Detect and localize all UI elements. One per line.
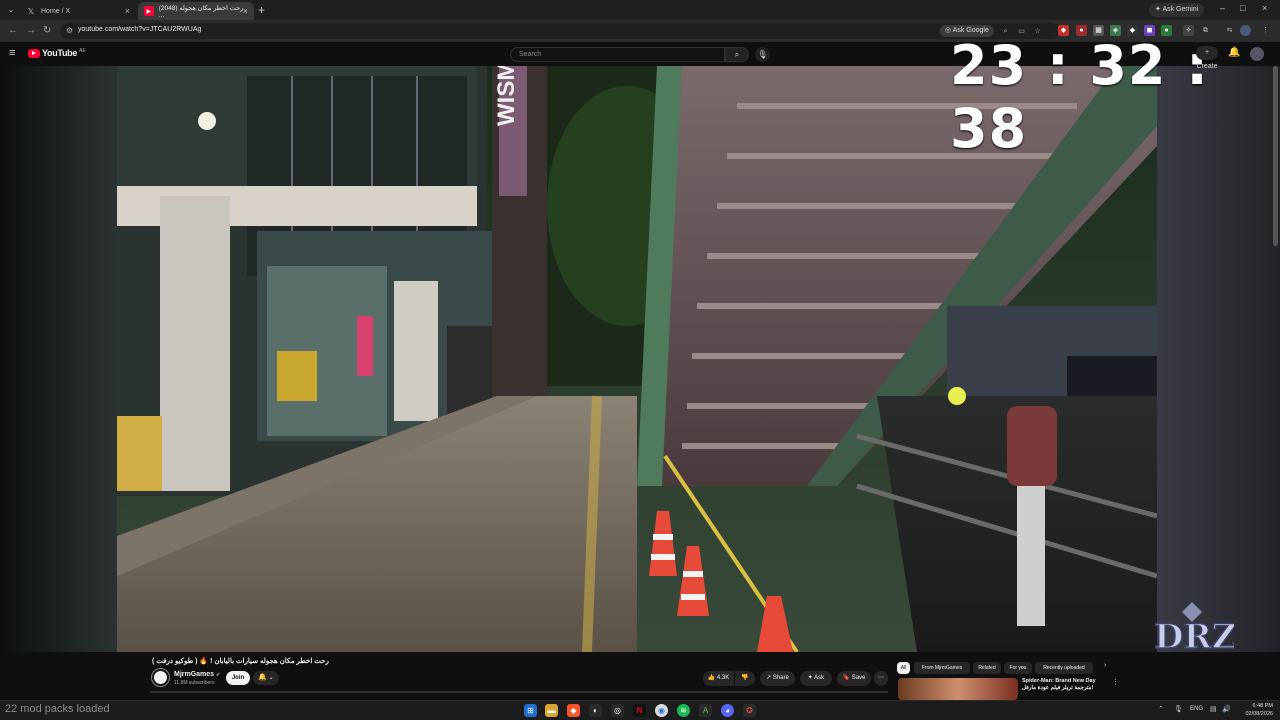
chevron-down-icon: ⌄ <box>267 675 274 681</box>
search-input[interactable]: Search <box>510 47 725 62</box>
tab-search-icon[interactable]: ⌄ <box>4 3 18 17</box>
windows-taskbar: 22 mod packs loaded ⊞ ▬ ◆ ◐ ◎ N ◉ ≋ A ◕ … <box>0 700 1280 720</box>
save-button[interactable]: 🔖 Save <box>837 671 871 686</box>
bell-icon: 🔔 <box>258 674 267 681</box>
chip-all[interactable]: All <box>897 662 910 674</box>
app-ring-icon[interactable]: ◎ <box>611 704 624 717</box>
country-code: AE <box>79 47 86 54</box>
thumbs-down-icon: 👎 <box>741 675 749 681</box>
network-icon[interactable]: ▤ <box>1210 705 1217 713</box>
video-info-bar: رحت اخطر مكان هجوله سيارات باليابان ! 🔥 … <box>0 652 1280 700</box>
join-button[interactable]: Join <box>226 671 250 685</box>
share-arrow-icon: ↗ <box>766 675 773 681</box>
subscribed-notifications-button[interactable]: 🔔 ⌄ <box>253 671 279 685</box>
verified-check-icon: ✔ <box>216 672 221 678</box>
address-bar[interactable]: ⚙ youtube.com/watch?v=JTCAU2RWUAg ◎ Ask … <box>60 23 1060 39</box>
browser-tab-strip: ⌄ 𝕏 Home / X × ▶ (2048) رحت اخطر مكان هج… <box>0 0 1280 20</box>
netflix-icon[interactable]: N <box>633 704 646 717</box>
ask-gemini-label: Ask Gemini <box>1162 6 1199 13</box>
site-info-icon[interactable]: ⚙ <box>66 26 73 35</box>
channel-avatar[interactable] <box>151 668 170 687</box>
windows-start-icon[interactable]: ⊞ <box>524 704 537 717</box>
tray-chevron-icon[interactable]: ⌃ <box>1158 705 1164 713</box>
youtube-favicon-icon: ▶ <box>144 6 154 16</box>
tab-label: (2048) رحت اخطر مكان هجوله ... <box>158 4 244 19</box>
svg-text:WISM: WISM <box>493 66 520 126</box>
app-a-icon[interactable]: A <box>699 704 712 717</box>
channel-name-label: MjrmGames <box>174 671 215 678</box>
tab-label: Home / X <box>41 7 71 15</box>
like-button[interactable]: 👍 4.3K <box>703 671 734 686</box>
like-count: 4.3K <box>716 675 730 681</box>
discord-icon[interactable]: ◕ <box>721 704 734 717</box>
chip-related[interactable]: Related <box>973 662 1001 674</box>
save-label: Save <box>851 675 866 681</box>
voice-search-button[interactable]: 🎙 <box>755 47 770 62</box>
back-arrow-icon[interactable]: ← <box>8 25 18 36</box>
ambient-left <box>0 66 117 652</box>
bookmark-icon: 🔖 <box>842 675 852 681</box>
youtube-play-icon <box>28 48 40 58</box>
forward-arrow-icon[interactable]: → <box>26 25 36 36</box>
dislike-button[interactable]: 👎 <box>735 671 755 686</box>
ask-google-label: Ask Google <box>952 27 989 34</box>
mod-packs-status: 22 mod packs loaded <box>5 703 110 715</box>
video-title: رحت اخطر مكان هجوله سيارات باليابان ! 🔥 … <box>152 658 329 665</box>
reload-icon[interactable]: ↻ <box>43 25 51 36</box>
divider <box>150 691 888 693</box>
recommendation-menu-icon[interactable]: ⋮ <box>1112 678 1119 686</box>
recommendation-thumbnail[interactable] <box>898 678 1018 700</box>
channel-name[interactable]: MjrmGames ✔ <box>174 671 220 678</box>
ask-label: Ask <box>814 675 825 681</box>
svg-text:DRZ: DRZ <box>1154 617 1234 657</box>
chip-recently-uploaded[interactable]: Recently uploaded <box>1035 662 1093 674</box>
copilot-icon[interactable]: ◐ <box>589 704 602 717</box>
share-button[interactable]: ↗ Share <box>760 671 795 686</box>
youtube-logo[interactable]: YouTube AE <box>28 48 86 58</box>
volume-icon[interactable]: 🔊 <box>1222 705 1231 713</box>
hamburger-menu-icon[interactable]: ≡ <box>9 47 15 59</box>
new-tab-button[interactable]: + <box>258 3 265 17</box>
maximize-icon[interactable]: □ <box>1240 3 1245 13</box>
create-button[interactable]: + Create <box>1196 46 1218 70</box>
app-red-icon[interactable]: ✪ <box>743 704 756 717</box>
system-date: 02/08/2026 <box>1245 711 1273 717</box>
system-clock[interactable]: 6:48 PM 02/08/2026 <box>1241 702 1273 718</box>
chevron-right-icon[interactable]: › <box>1104 662 1106 669</box>
ask-gemini-button[interactable]: ✦ Ask Gemini <box>1149 3 1205 17</box>
share-label: Share <box>772 675 789 681</box>
tab-home-x[interactable]: 𝕏 Home / X × <box>20 2 136 20</box>
minimize-icon[interactable]: – <box>1220 3 1225 13</box>
ask-button[interactable]: ✦ Ask <box>800 671 832 686</box>
microphone-tray-icon[interactable]: 🎙 <box>1174 705 1183 713</box>
x-logo-icon: 𝕏 <box>27 6 35 16</box>
close-tab-icon[interactable]: × <box>125 6 130 16</box>
spotify-icon[interactable]: ≋ <box>677 704 690 717</box>
subscriber-count: 11.8M subscribers <box>174 680 215 686</box>
youtube-wordmark: YouTube <box>42 48 78 58</box>
file-explorer-icon[interactable]: ▬ <box>545 704 558 717</box>
overlay-clock: 23 : 32 : 38 <box>950 34 1209 160</box>
system-time: 6:48 PM <box>1252 703 1273 709</box>
microphone-icon: 🎙 <box>757 50 768 59</box>
thumbs-up-icon: 👍 <box>707 675 717 681</box>
chrome-icon[interactable]: ◉ <box>655 704 668 717</box>
url-text: youtube.com/watch?v=JTCAU2RWUAg <box>78 26 202 33</box>
chip-for-you[interactable]: For you <box>1004 662 1032 674</box>
recommendation-title[interactable]: Spider-Man: Brand New Day مترجمة تريلر ف… <box>1022 678 1114 692</box>
search-icon: ⌕ <box>734 50 740 59</box>
tab-youtube-video[interactable]: ▶ (2048) رحت اخطر مكان هجوله ... × <box>138 2 254 20</box>
google-lens-icon: ◎ <box>945 27 953 34</box>
input-language[interactable]: ENG <box>1190 706 1203 712</box>
search-button[interactable]: ⌕ <box>725 47 749 62</box>
more-actions-icon[interactable]: ⋯ <box>874 671 888 686</box>
close-tab-icon[interactable]: × <box>243 6 248 16</box>
chip-from-channel[interactable]: From MjrmGames <box>914 662 970 674</box>
brave-browser-icon[interactable]: ◆ <box>567 704 580 717</box>
close-window-icon[interactable]: × <box>1262 3 1267 13</box>
